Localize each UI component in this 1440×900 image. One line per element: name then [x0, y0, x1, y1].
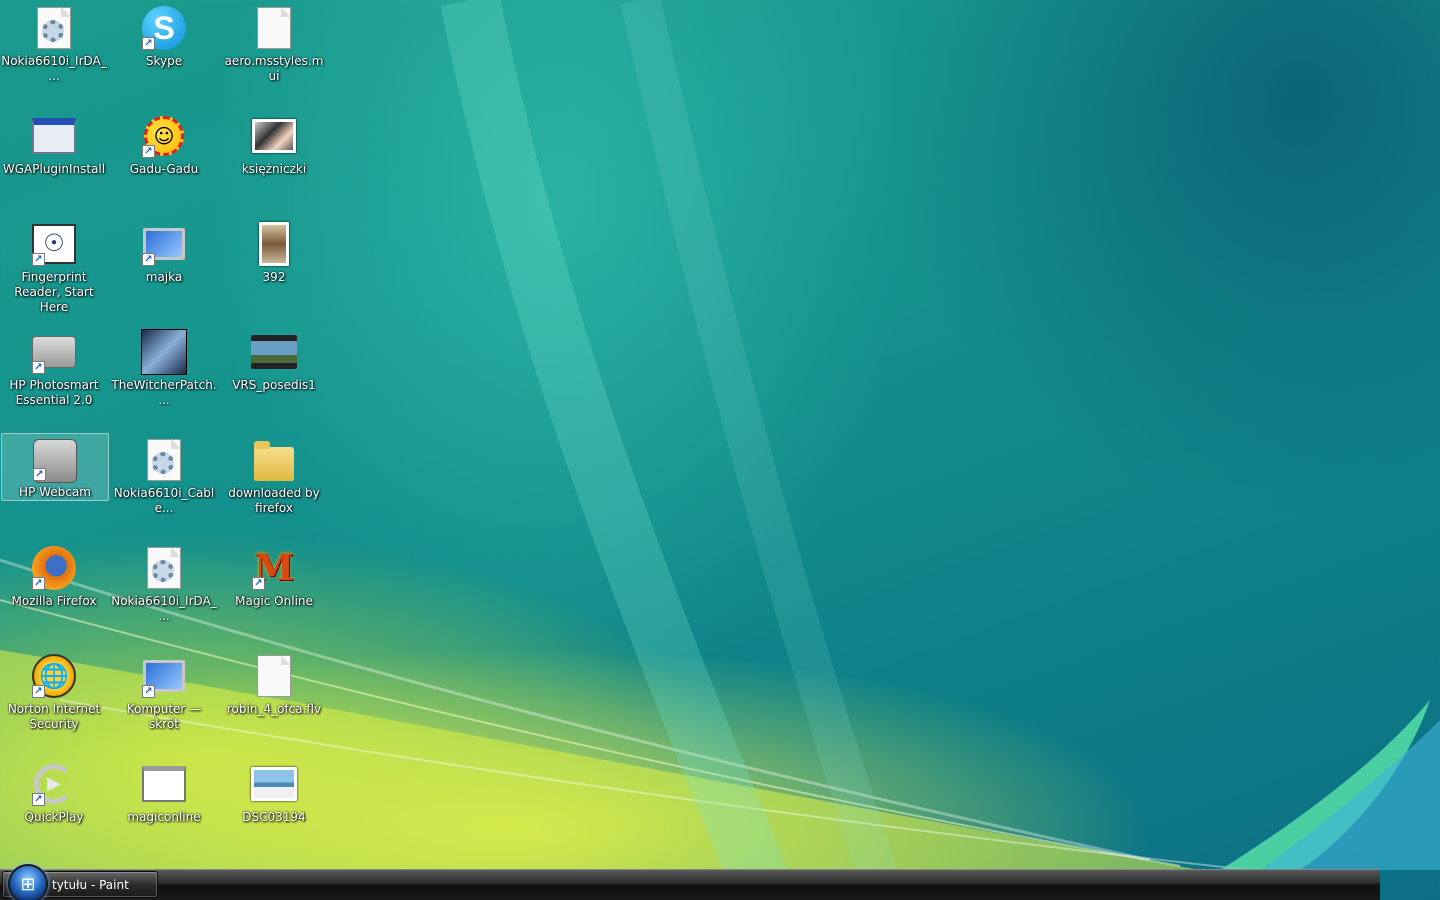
desktop-icon-wgaplugininstall[interactable]: WGAPluginInstall — [0, 108, 108, 177]
desktop-icon-aero-msstyles[interactable]: aero.msstyles.mui — [220, 0, 328, 84]
desktop-icon-fingerprint-reader[interactable]: ☉ ↗ Fingerprint Reader, Start Here — [0, 216, 108, 315]
blank-file-icon — [257, 655, 291, 697]
desktop-icon-label: HP Webcam — [19, 485, 91, 499]
desktop-icon-majka[interactable]: ↗ majka — [110, 216, 218, 285]
desktop-icon-label: księżniczki — [241, 162, 307, 176]
shortcut-arrow-icon: ↗ — [32, 253, 45, 266]
desktop-icon-label: QuickPlay — [24, 810, 84, 824]
photo-icon — [259, 222, 289, 266]
desktop-icon-quickplay[interactable]: ▶ ↗ QuickPlay — [0, 756, 108, 825]
blank-file-icon — [257, 7, 291, 49]
desktop-icon-label: Mozilla Firefox — [11, 594, 97, 608]
desktop-icon-label: aero.msstyles.mui — [224, 54, 324, 83]
desktop-icon-label: majka — [145, 270, 183, 284]
desktop-icon-nokia-cable[interactable]: Nokia6610i_Cable... — [110, 432, 218, 516]
shortcut-arrow-icon: ↗ — [142, 145, 155, 158]
desktop-icon-magiconline[interactable]: magiconline — [110, 756, 218, 825]
desktop-icon-label: downloaded by firefox — [228, 486, 320, 515]
shortcut-arrow-icon: ↗ — [252, 577, 265, 590]
settings-file-icon — [37, 7, 71, 49]
shortcut-arrow-icon: ↗ — [142, 253, 155, 266]
shortcut-arrow-icon: ↗ — [32, 793, 45, 806]
desktop-icon-dsc03194[interactable]: DSC03194 — [220, 756, 328, 825]
desktop-icon-label: Skype — [145, 54, 183, 68]
desktop-icon-hp-photosmart[interactable]: ↗ HP Photosmart Essential 2.0 — [0, 324, 108, 408]
desktop-icon-label: magiconline — [127, 810, 201, 824]
shortcut-arrow-icon: ↗ — [32, 685, 45, 698]
desktop-icon-label: VRS_posedis1 — [232, 378, 316, 392]
desktop-icon-label: Norton Internet Security — [7, 702, 101, 731]
desktop-icon-label: Gadu-Gadu — [129, 162, 199, 176]
settings-file-icon — [147, 547, 181, 589]
desktop-icon-label: Nokia6610i_Cable... — [113, 486, 215, 515]
desktop-icon-label: WGAPluginInstall — [2, 162, 106, 176]
folder-icon — [254, 441, 294, 481]
photo-icon — [252, 119, 296, 153]
desktop-icon-robin-flv[interactable]: robin_4_ofca.flv — [220, 648, 328, 717]
desktop-icon-label: Magic Online — [235, 594, 313, 608]
desktop-icon-gadu-gadu[interactable]: ☺ ↗ Gadu-Gadu — [110, 108, 218, 177]
landscape-photo-icon — [251, 767, 297, 801]
desktop-icon-norton[interactable]: 🌐 ↗ Norton Internet Security — [0, 648, 108, 732]
windows-start-orb-icon[interactable]: ⊞ — [8, 864, 48, 900]
desktop-icon-label: robin_4_ofca.flv — [226, 702, 322, 716]
web-page-icon — [142, 766, 186, 802]
shortcut-arrow-icon: ↗ — [142, 37, 155, 50]
witcher-patch-icon — [141, 329, 187, 375]
desktop-icon-label: 392 — [262, 270, 286, 284]
desktop-icon-nokia-irda-1[interactable]: Nokia6610i_IrDA_... — [0, 0, 108, 84]
desktop-icon-vrs-posedis[interactable]: VRS_posedis1 — [220, 324, 328, 393]
desktop-icon-nokia-irda-2[interactable]: Nokia6610i_IrDA_... — [110, 540, 218, 624]
desktop-icon-label: Nokia6610i_IrDA_... — [1, 54, 107, 83]
desktop-icon-label: HP Photosmart Essential 2.0 — [9, 378, 99, 407]
desktop-icon-downloaded-by-firefox[interactable]: downloaded by firefox — [220, 432, 328, 516]
desktop-icon-skype[interactable]: S ↗ Skype — [110, 0, 218, 69]
desktop-icon-witcher-patch[interactable]: TheWitcherPatch.... — [110, 324, 218, 408]
settings-file-icon — [147, 439, 181, 481]
desktop-icon-label: Komputer — skrót — [126, 702, 202, 731]
desktop-icon-mozilla-firefox[interactable]: ↗ Mozilla Firefox — [0, 540, 108, 609]
desktop-icon-hp-webcam[interactable]: ↗ HP Webcam — [1, 433, 109, 501]
desktop-icon-label: Nokia6610i_IrDA_... — [111, 594, 217, 623]
desktop-icon-komputer[interactable]: ↗ Komputer — skrót — [110, 648, 218, 732]
shortcut-arrow-icon: ↗ — [32, 577, 45, 590]
video-icon — [251, 335, 297, 369]
desktop-icon-label: DSC03194 — [242, 810, 306, 824]
shortcut-arrow-icon: ↗ — [33, 468, 46, 481]
taskbar-button-label: tytułu - Paint — [52, 878, 129, 892]
shortcut-arrow-icon: ↗ — [142, 685, 155, 698]
desktop-icon-label: Fingerprint Reader, Start Here — [14, 270, 94, 314]
taskbar-right-wallpaper-gap — [1380, 869, 1440, 900]
desktop-icon-ksiezniczki[interactable]: księżniczki — [220, 108, 328, 177]
desktop-icon-392[interactable]: 392 — [220, 216, 328, 285]
desktop-icon-label: TheWitcherPatch.... — [111, 378, 217, 407]
taskbar — [0, 869, 1380, 900]
desktop-icon-magic-online[interactable]: M ↗ Magic Online — [220, 540, 328, 609]
installer-icon — [32, 118, 76, 154]
shortcut-arrow-icon: ↗ — [32, 361, 45, 374]
